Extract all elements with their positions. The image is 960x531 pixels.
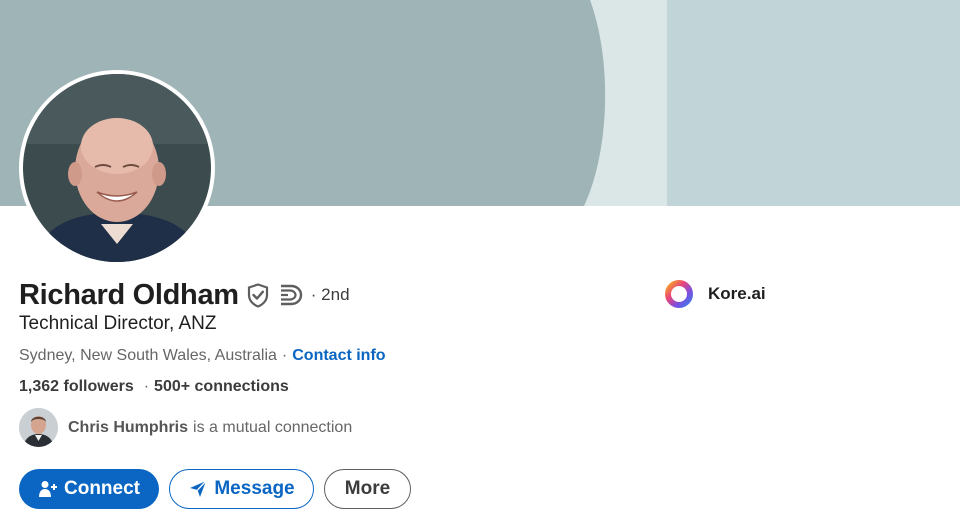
kore-ai-logo <box>665 280 693 308</box>
add-person-icon <box>38 479 58 499</box>
stats-row: 1,362 followers · 500+ connections <box>19 378 289 396</box>
premium-badge-icon[interactable] <box>279 283 305 307</box>
profile-headline: Technical Director, ANZ <box>19 313 217 334</box>
more-button-label: More <box>344 478 391 499</box>
more-button[interactable]: More <box>324 469 411 509</box>
profile-photo-image <box>23 74 211 262</box>
mutual-connection-avatar <box>19 408 58 447</box>
separator-dot: · <box>281 347 288 364</box>
location-row: Sydney, New South Wales, Australia · Con… <box>19 347 386 365</box>
connections-count[interactable]: 500+ connections <box>154 378 289 396</box>
connection-degree: · 2nd <box>310 285 350 304</box>
message-button[interactable]: Message <box>169 469 314 509</box>
profile-actions: Connect Message More <box>19 469 421 509</box>
company-name: Kore.ai <box>708 284 766 303</box>
shield-check-icon[interactable] <box>247 282 269 308</box>
mutual-connection-row[interactable]: Chris Humphris is a mutual connection <box>19 408 352 447</box>
contact-info-link[interactable]: Contact info <box>292 347 385 365</box>
connect-button-label: Connect <box>64 478 140 499</box>
send-icon <box>188 479 208 499</box>
message-button-label: Message <box>214 478 295 499</box>
profile-location: Sydney, New South Wales, Australia <box>19 347 277 364</box>
mutual-connection-name[interactable]: Chris Humphris <box>68 419 188 437</box>
separator-dot: · <box>143 378 150 395</box>
profile-name: Richard Oldham <box>19 278 239 311</box>
connect-button[interactable]: Connect <box>19 469 159 509</box>
name-row: Richard Oldham · 2nd <box>19 278 350 312</box>
followers-count: 1,362 followers <box>19 378 134 395</box>
profile-photo[interactable] <box>19 70 215 266</box>
current-company[interactable]: Kore.ai <box>664 279 766 309</box>
mutual-connection-text: is a mutual connection <box>193 418 353 436</box>
